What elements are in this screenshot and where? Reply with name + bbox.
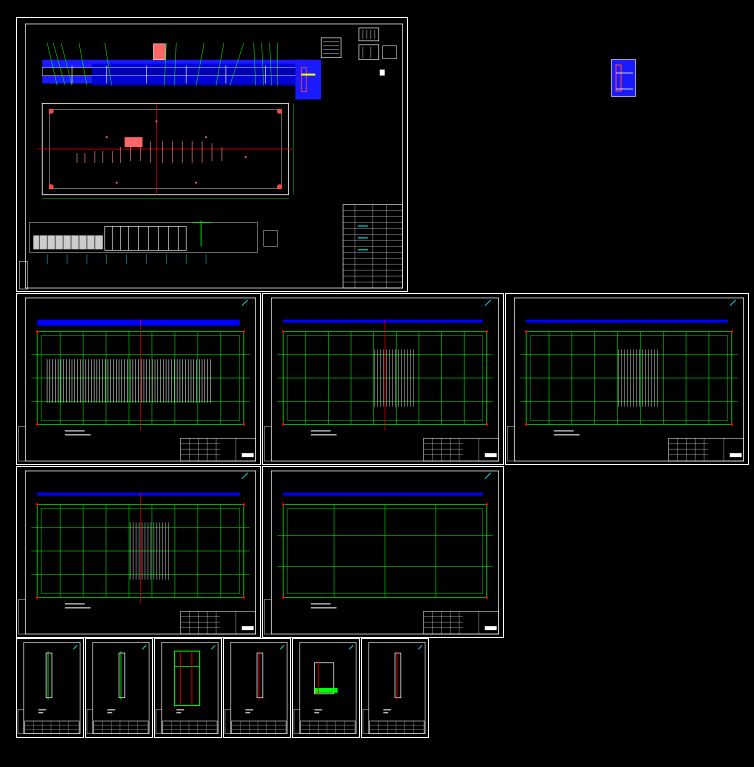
detail-drawing-5 bbox=[293, 642, 357, 734]
plan-sheet-5[interactable] bbox=[262, 466, 504, 638]
detail-sheet-1[interactable] bbox=[16, 638, 84, 738]
detail-drawing-2 bbox=[86, 642, 150, 734]
detail-sheet-2[interactable] bbox=[85, 638, 153, 738]
detail-sheet-3[interactable] bbox=[154, 638, 222, 738]
detail-sheet-6[interactable] bbox=[361, 638, 429, 738]
detail-sheet-4[interactable] bbox=[223, 638, 291, 738]
plan-sheet-3[interactable] bbox=[505, 293, 749, 465]
plan-drawing-4 bbox=[18, 470, 256, 635]
small-section-drawing bbox=[611, 59, 636, 97]
detail-drawing-6 bbox=[362, 642, 426, 734]
main-assembly-drawing bbox=[19, 23, 403, 290]
plan-drawing-5 bbox=[264, 470, 499, 635]
detail-drawing-3 bbox=[155, 642, 219, 734]
small-section-sheet[interactable] bbox=[611, 59, 636, 97]
detail-sheet-5[interactable] bbox=[292, 638, 360, 738]
plan-drawing-1 bbox=[18, 297, 256, 462]
main-assembly-sheet[interactable] bbox=[16, 17, 408, 292]
detail-drawing-4 bbox=[224, 642, 288, 734]
plan-sheet-4[interactable] bbox=[16, 466, 261, 638]
plan-drawing-2 bbox=[264, 297, 499, 462]
plan-drawing-3 bbox=[507, 297, 744, 462]
plan-sheet-1[interactable] bbox=[16, 293, 261, 465]
detail-drawing-1 bbox=[17, 642, 81, 734]
cad-drawing-canvas[interactable] bbox=[0, 0, 754, 767]
plan-sheet-2[interactable] bbox=[262, 293, 504, 465]
